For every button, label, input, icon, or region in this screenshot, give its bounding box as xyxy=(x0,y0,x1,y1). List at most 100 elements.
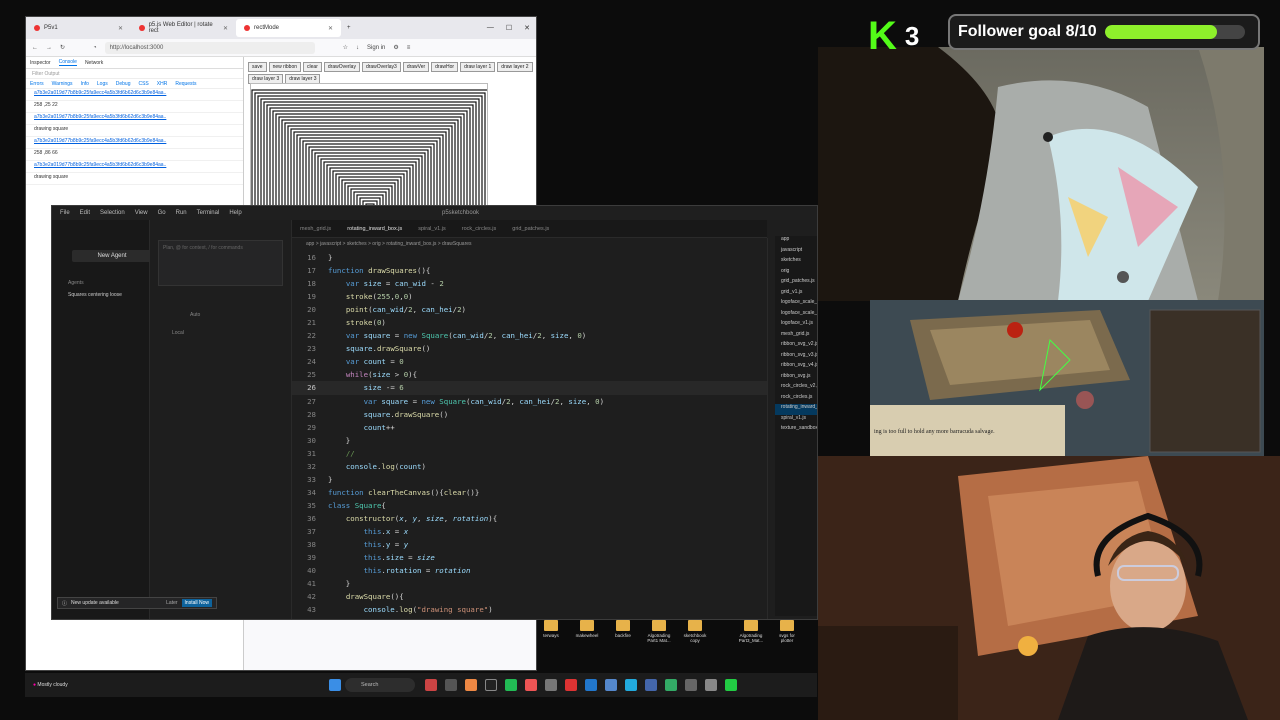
taskbar-app-icon[interactable] xyxy=(565,679,577,691)
reload-icon[interactable]: ↻ xyxy=(60,44,65,51)
level-debug[interactable]: Debug xyxy=(116,81,131,87)
draw-overlay3-button[interactable]: drawOverlay3 xyxy=(361,62,401,72)
console-log-line[interactable]: a7b3e2a019d77b8b9c25fa9ecc4a5b3fd6b62d6c… xyxy=(26,89,243,101)
explorer-item[interactable]: logoface_v1.js xyxy=(775,320,817,331)
level-xhr[interactable]: XHR xyxy=(157,81,168,87)
explorer-item-selected[interactable]: rotating_inward_b... xyxy=(775,404,817,415)
menu-help[interactable]: Help xyxy=(229,210,241,216)
menu-go[interactable]: Go xyxy=(158,210,166,216)
taskbar-app-icon[interactable] xyxy=(645,679,657,691)
explorer-item[interactable]: orig xyxy=(775,268,817,279)
editor-tab-active[interactable]: rotating_inward_box.js xyxy=(347,226,402,232)
taskbar-app-icon[interactable] xyxy=(585,679,597,691)
level-warnings[interactable]: Warnings xyxy=(52,81,73,87)
console-filter-input[interactable]: Filter Output xyxy=(26,69,243,79)
maximize-icon[interactable]: ☐ xyxy=(506,24,512,32)
editor-tab[interactable]: mesh_grid.js xyxy=(300,226,331,232)
browser-tab[interactable]: P5v1 ✕ xyxy=(26,19,131,37)
desktop-folder[interactable]: backfire xyxy=(609,620,637,665)
minimize-icon[interactable]: — xyxy=(487,24,494,32)
taskbar-app-icon[interactable] xyxy=(525,679,537,691)
desktop-folder[interactable]: sketchbook copy xyxy=(681,620,709,665)
menu-icon[interactable]: ≡ xyxy=(407,45,411,51)
taskbar-app-icon[interactable] xyxy=(605,679,617,691)
explorer-item[interactable]: rock_circles.js xyxy=(775,394,817,405)
taskbar-app-icon[interactable] xyxy=(465,679,477,691)
breadcrumb[interactable]: app > javascript > sketches > orig > rot… xyxy=(292,238,767,250)
explorer-item[interactable]: ribbon_svg.js xyxy=(775,373,817,384)
desktop-folder[interactable]: Algotrading Part1 Mat... xyxy=(645,620,673,665)
taskbar-app-icon[interactable] xyxy=(485,679,497,691)
taskbar-app-icon[interactable] xyxy=(725,679,737,691)
shield-icon[interactable]: ◔ xyxy=(93,45,97,51)
taskbar-app-icon[interactable] xyxy=(665,679,677,691)
p5-canvas[interactable] xyxy=(250,83,488,207)
explorer-item[interactable]: app xyxy=(775,236,817,247)
explorer-item[interactable]: ribbon_svg_v4.js xyxy=(775,362,817,373)
draw-layer-1-button[interactable]: draw layer 1 xyxy=(460,62,496,72)
taskbar-search[interactable]: Search xyxy=(345,678,415,692)
explorer-item[interactable]: javascript xyxy=(775,247,817,258)
taskbar-app-icon[interactable] xyxy=(545,679,557,691)
new-ribbon-button[interactable]: new ribbon xyxy=(268,62,302,72)
new-agent-button[interactable]: New Agent xyxy=(72,250,152,262)
draw-layer-2-button[interactable]: draw layer 2 xyxy=(497,62,533,72)
menu-terminal[interactable]: Terminal xyxy=(197,210,220,216)
bookmark-icon[interactable]: ☆ xyxy=(343,44,348,51)
tab-network[interactable]: Network xyxy=(85,60,103,66)
forward-icon[interactable]: → xyxy=(46,45,52,51)
explorer-item[interactable]: mesh_grid.js xyxy=(775,331,817,342)
draw-ver-button[interactable]: drawVer xyxy=(402,62,430,72)
explorer-item[interactable]: grid_v1.js xyxy=(775,289,817,300)
browser-tab-active[interactable]: rectMode ✕ xyxy=(236,19,341,37)
editor-tab[interactable]: grid_patches.js xyxy=(512,226,549,232)
explorer-item[interactable]: ribbon_svg_v3.js xyxy=(775,352,817,363)
menu-selection[interactable]: Selection xyxy=(100,210,125,216)
menu-file[interactable]: File xyxy=(60,210,70,216)
tab-inspector[interactable]: Inspector xyxy=(30,60,51,66)
console-log-line[interactable]: a7b3e2a019d77b8b9c25fa9ecc4a5b3fd6b62d6c… xyxy=(26,113,243,125)
extensions-icon[interactable]: ⚙ xyxy=(393,44,398,51)
explorer-item[interactable]: rock_circles_v2.js xyxy=(775,383,817,394)
taskbar-app-icon[interactable] xyxy=(425,679,437,691)
explorer-item[interactable]: logoface_scale_b... xyxy=(775,310,817,321)
level-info[interactable]: Info xyxy=(81,81,89,87)
level-errors[interactable]: Errors xyxy=(30,81,44,87)
taskbar-app-icon[interactable] xyxy=(705,679,717,691)
explorer-item[interactable]: sketches xyxy=(775,257,817,268)
draw-hor-button[interactable]: drawHor xyxy=(431,62,459,72)
taskbar-app-icon[interactable] xyxy=(505,679,517,691)
close-icon[interactable]: ✕ xyxy=(223,25,228,32)
agent-list-item[interactable]: Squares centering loose xyxy=(68,292,122,298)
back-icon[interactable]: ← xyxy=(32,45,38,51)
explorer-item[interactable]: spiral_v1.js xyxy=(775,415,817,426)
desktop-folder[interactable]: Algotrading Part3_Mat... xyxy=(737,620,765,665)
console-log-line[interactable]: a7b3e2a019d77b8b9c25fa9ecc4a5b3fd6b62d6c… xyxy=(26,161,243,173)
clear-button[interactable]: clear xyxy=(303,62,322,72)
console-log-line[interactable]: a7b3e2a019d77b8b9c25fa9ecc4a5b3fd6b62d6c… xyxy=(26,137,243,149)
local-label[interactable]: Local xyxy=(172,330,184,336)
close-icon[interactable]: ✕ xyxy=(328,25,333,32)
desktop-folder[interactable]: terways xyxy=(537,620,565,665)
level-logs[interactable]: Logs xyxy=(97,81,108,87)
level-css[interactable]: CSS xyxy=(138,81,148,87)
save-button[interactable]: save xyxy=(248,62,267,72)
taskbar-app-icon[interactable] xyxy=(625,679,637,691)
close-icon[interactable]: ✕ xyxy=(118,25,123,32)
install-now-button[interactable]: Install Now xyxy=(181,599,212,607)
weather-widget[interactable]: ● Mostly cloudy xyxy=(25,682,325,688)
explorer-item[interactable]: grid_patches.js xyxy=(775,278,817,289)
chat-input[interactable]: Plan, @ for context, / for commands xyxy=(158,240,283,286)
desktop-folder[interactable]: makewheel xyxy=(573,620,601,665)
explorer-item[interactable]: texture_sandbox.js xyxy=(775,425,817,436)
menu-edit[interactable]: Edit xyxy=(80,210,90,216)
new-tab-icon[interactable]: + xyxy=(341,25,357,31)
level-requests[interactable]: Requests xyxy=(175,81,196,87)
menu-view[interactable]: View xyxy=(135,210,148,216)
sign-in-button[interactable]: Sign in xyxy=(367,45,385,51)
mode-select[interactable]: Auto xyxy=(190,312,200,318)
draw-overlay-button[interactable]: drawOverlay xyxy=(323,62,360,72)
explorer-item[interactable]: logoface_scale_buffer_ xyxy=(775,299,817,310)
editor-tab[interactable]: rock_circles.js xyxy=(462,226,497,232)
code-editor[interactable]: 16} 17 function drawSquares(){ 18 var siz… xyxy=(292,251,767,619)
